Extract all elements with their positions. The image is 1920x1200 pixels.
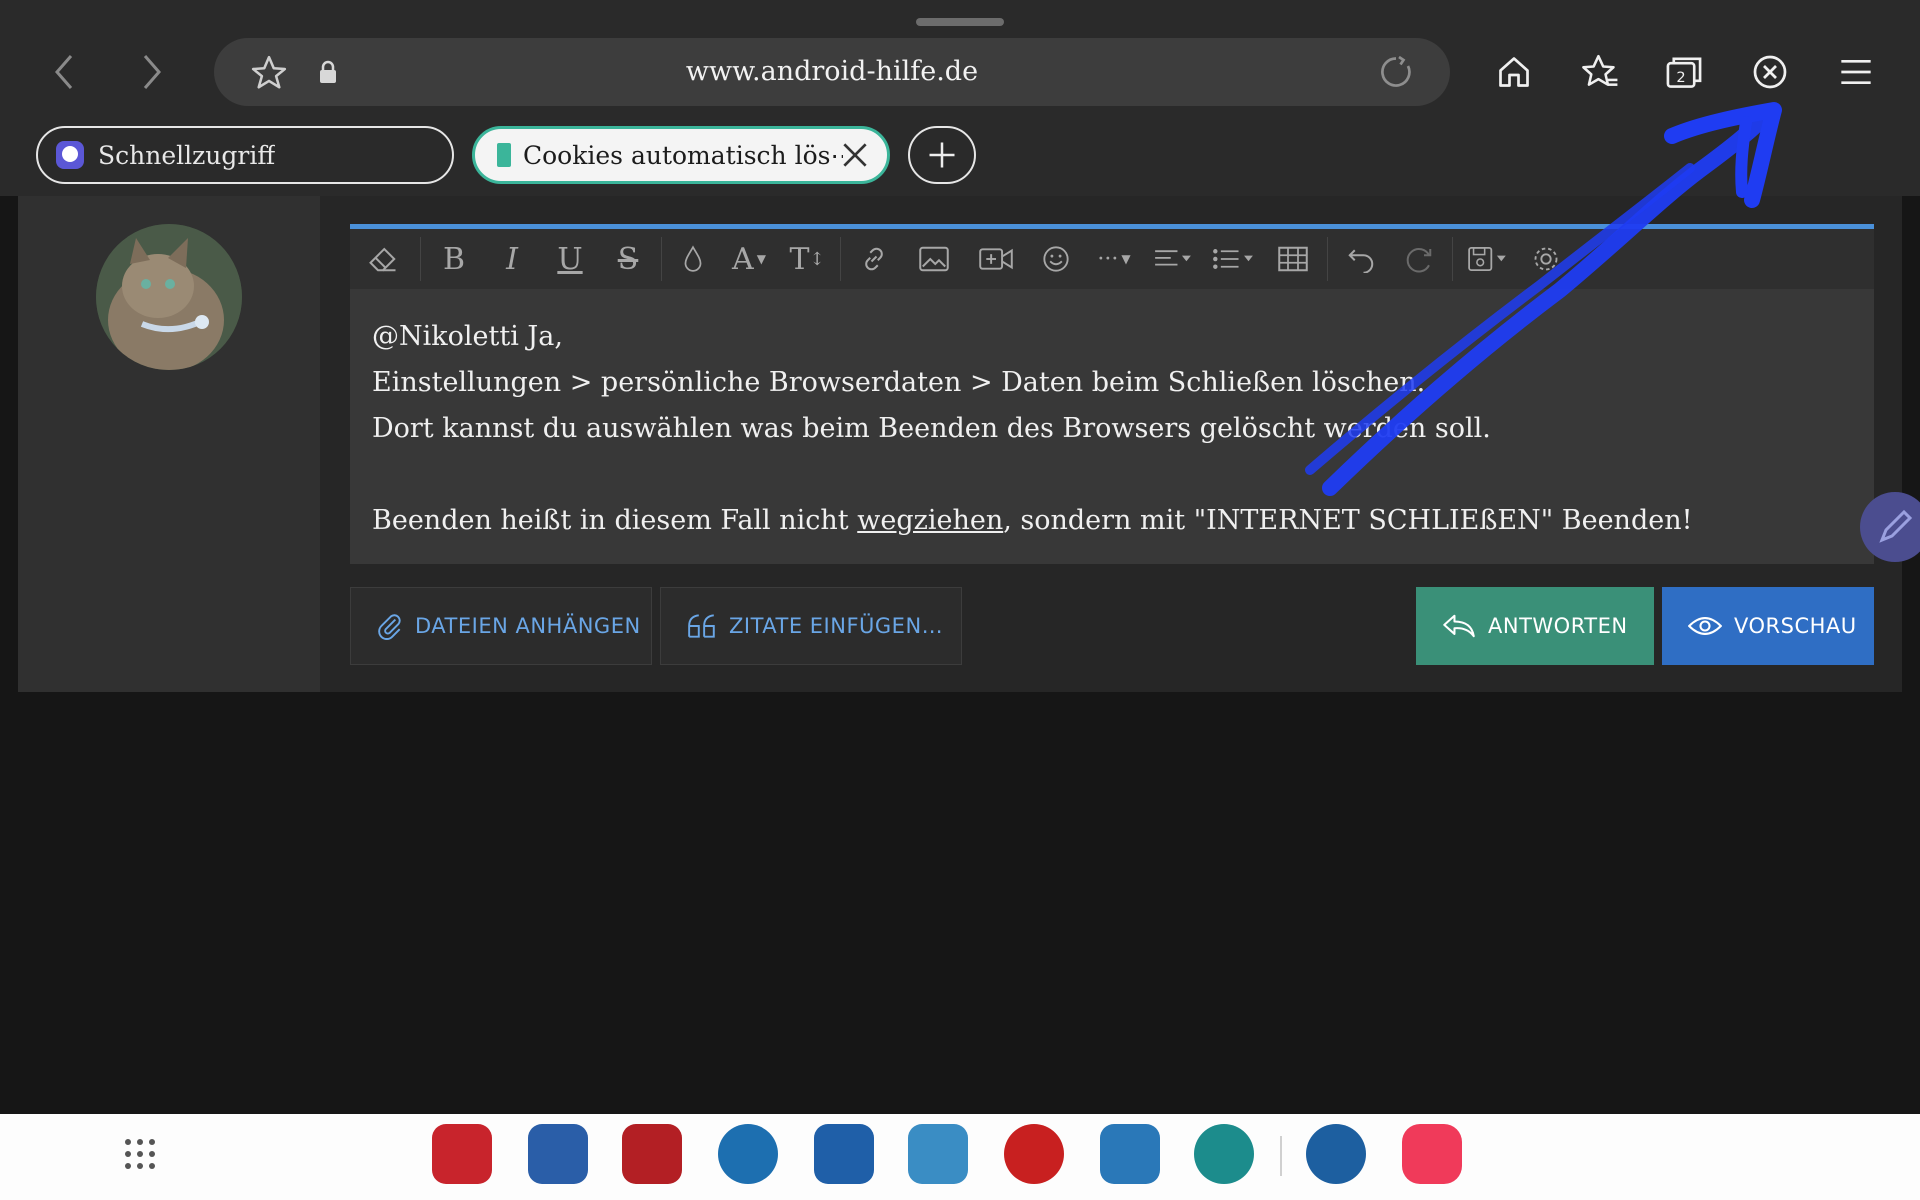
dock-divider <box>1280 1136 1282 1176</box>
align-icon[interactable] <box>1143 229 1203 289</box>
editor-text: , sondern mit "INTERNET SCHLIEßEN" Beend… <box>1003 505 1693 536</box>
url-text[interactable]: www.android-hilfe.de <box>214 38 1450 106</box>
samsung-internet-icon <box>56 141 84 169</box>
undo-icon[interactable] <box>1332 229 1390 289</box>
phone-contacts-app-icon[interactable] <box>432 1124 492 1184</box>
editor-line: Einstellungen > persönliche Browserdaten… <box>372 367 1426 398</box>
avatar[interactable] <box>96 224 242 370</box>
store-app-icon[interactable] <box>1402 1124 1462 1184</box>
menu-icon[interactable] <box>1826 42 1886 102</box>
close-icon[interactable] <box>839 139 871 171</box>
chevron-right-icon <box>143 55 161 89</box>
bookmarks-icon[interactable] <box>1570 42 1630 102</box>
button-label: VORSCHAU <box>1734 614 1857 638</box>
reply-block: B I U S A ▼ T ↕ ··· ▼ @Nikoletti Ja, Ein… <box>18 196 1902 692</box>
editor-line: Dort kannst du auswählen was beim Beende… <box>372 413 1491 444</box>
tab-active[interactable]: Cookies automatisch lös⋯ <box>472 126 890 184</box>
forward-button[interactable] <box>122 42 182 102</box>
editor-line: @Nikoletti Ja, <box>372 321 563 352</box>
strikethrough-icon[interactable]: S <box>599 229 657 289</box>
video-icon[interactable] <box>965 229 1027 289</box>
chevron-left-icon <box>55 55 73 89</box>
svg-text:2: 2 <box>1676 69 1685 86</box>
save-draft-icon[interactable] <box>1457 229 1519 289</box>
image-icon[interactable] <box>903 229 965 289</box>
close-circle-icon[interactable] <box>1740 42 1800 102</box>
camera-app-icon[interactable] <box>622 1124 682 1184</box>
files-app-icon[interactable] <box>1100 1124 1160 1184</box>
insert-quotes-button[interactable]: ZITATE EINFÜGEN… <box>660 587 962 665</box>
table-icon[interactable] <box>1263 229 1323 289</box>
font-family-icon[interactable]: A ▼ <box>720 229 778 289</box>
emoji-icon[interactable] <box>1027 229 1085 289</box>
button-label: ANTWORTEN <box>1488 614 1628 638</box>
editor-line: Beenden heißt in diesem Fall nicht wegzi… <box>372 498 1692 544</box>
rich-text-editor[interactable]: B I U S A ▼ T ↕ ··· ▼ @Nikoletti Ja, Ein… <box>350 224 1874 564</box>
redo-icon[interactable] <box>1390 229 1448 289</box>
tabs-icon[interactable]: 2 <box>1654 42 1714 102</box>
gear-icon[interactable] <box>1519 229 1573 289</box>
home-icon[interactable] <box>1484 42 1544 102</box>
eraser-icon[interactable] <box>350 229 416 289</box>
reload-icon[interactable] <box>1378 54 1414 94</box>
bold-icon[interactable]: B <box>425 229 483 289</box>
floating-edit-button[interactable] <box>1860 492 1920 562</box>
font-size-icon[interactable]: T ↕ <box>778 229 836 289</box>
new-tab-button[interactable] <box>908 126 976 184</box>
user-column <box>18 196 320 692</box>
underline-icon[interactable]: U <box>541 229 599 289</box>
web-page: B I U S A ▼ T ↕ ··· ▼ @Nikoletti Ja, Ein… <box>0 196 1920 1114</box>
tab-label: Cookies automatisch lös⋯ <box>523 140 843 170</box>
drag-handle[interactable] <box>916 18 1004 26</box>
back-button[interactable] <box>34 42 94 102</box>
editor-content[interactable]: @Nikoletti Ja, Einstellungen > persönlic… <box>372 314 1692 544</box>
color-drop-icon[interactable] <box>666 229 720 289</box>
messages-app-icon[interactable] <box>528 1124 588 1184</box>
button-label: ZITATE EINFÜGEN… <box>729 614 944 638</box>
reply-button[interactable]: ANTWORTEN <box>1416 587 1654 665</box>
attach-files-button[interactable]: DATEIEN ANHÄNGEN <box>350 587 652 665</box>
italic-icon[interactable]: I <box>483 229 541 289</box>
editor-text: Beenden heißt in diesem Fall nicht <box>372 505 858 536</box>
plus-icon <box>929 142 955 168</box>
browser-app-icon[interactable] <box>1004 1124 1064 1184</box>
browser-toolbar: www.android-hilfe.de 2 Schnellzugriff Co… <box>0 0 1920 196</box>
button-label: DATEIEN ANHÄNGEN <box>415 614 641 638</box>
spellcheck-word[interactable]: wegziehen <box>857 505 1003 536</box>
list-icon[interactable] <box>1203 229 1263 289</box>
app-drawer-icon[interactable] <box>122 1136 158 1176</box>
screen: www.android-hilfe.de 2 Schnellzugriff Co… <box>0 0 1920 1200</box>
device-care-app-icon[interactable] <box>1194 1124 1254 1184</box>
tab-quick-access[interactable]: Schnellzugriff <box>36 126 454 184</box>
address-bar[interactable]: www.android-hilfe.de <box>214 38 1450 106</box>
paperclip-icon <box>378 614 401 640</box>
settings-app-icon[interactable] <box>1306 1124 1366 1184</box>
link-icon[interactable] <box>845 229 903 289</box>
quote-icon <box>688 614 715 638</box>
reply-icon <box>1443 614 1475 638</box>
eye-icon <box>1688 617 1722 635</box>
app-dock <box>0 1114 1920 1200</box>
clock-app-icon[interactable] <box>718 1124 778 1184</box>
more-options-icon[interactable]: ··· ▼ <box>1085 229 1143 289</box>
preview-button[interactable]: VORSCHAU <box>1662 587 1874 665</box>
editor-toolbar: B I U S A ▼ T ↕ ··· ▼ <box>350 229 1874 289</box>
gallery-app-icon[interactable] <box>908 1124 968 1184</box>
tab-label: Schnellzugriff <box>98 140 276 170</box>
pencil-icon <box>1879 509 1913 543</box>
notes-app-icon[interactable] <box>814 1124 874 1184</box>
document-icon <box>497 143 511 167</box>
